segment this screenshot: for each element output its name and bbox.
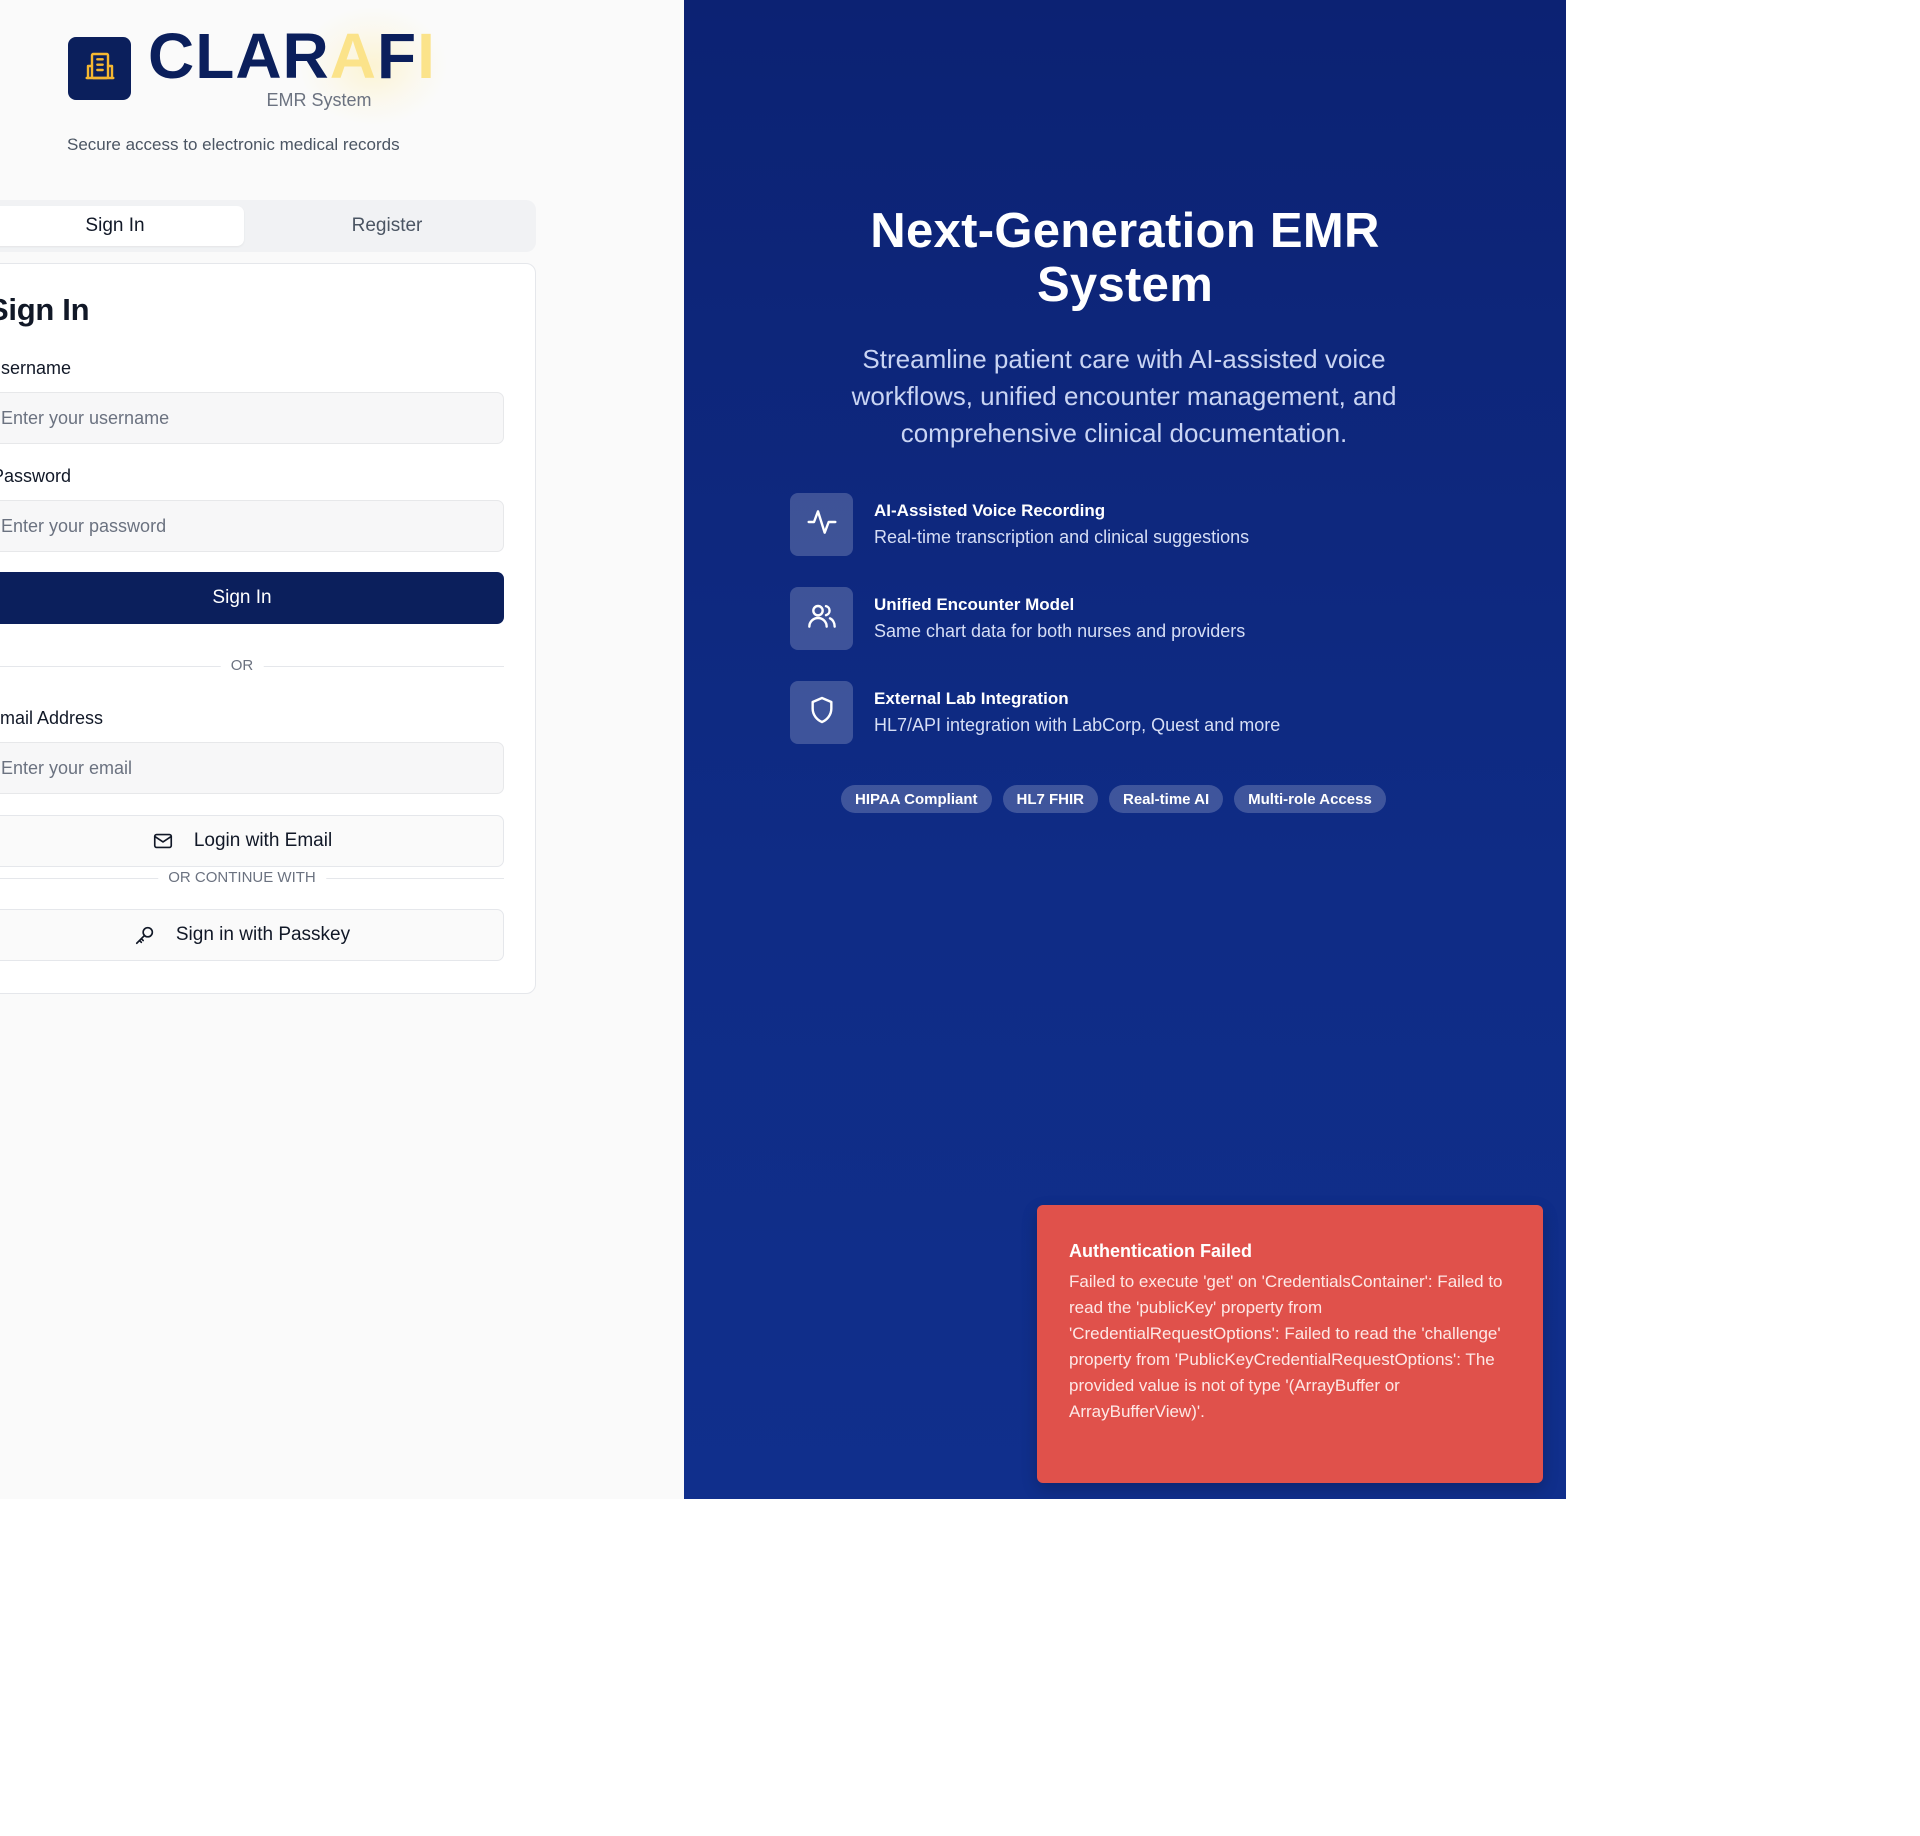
tagline: Secure access to electronic medical reco… <box>67 135 400 154</box>
login-panel: CLARAFI EMR System Secure access to elec… <box>0 0 684 1499</box>
feature-desc: HL7/API integration with LabCorp, Quest … <box>874 715 1281 735</box>
app-viewport: CLARAFI EMR System Secure access to elec… <box>0 0 1566 1499</box>
feature-item: AI-Assisted Voice Recording Real-time tr… <box>790 493 1249 556</box>
badge-realtime-ai: Real-time AI <box>1109 785 1224 813</box>
login-with-email-button[interactable]: Login with Email <box>0 815 504 867</box>
brand: CLARAFI EMR System <box>68 6 448 126</box>
shield-icon <box>806 694 838 731</box>
activity-icon <box>806 506 838 543</box>
feature-icon-tile <box>790 587 853 650</box>
username-label: Username <box>0 358 72 378</box>
feature-body: AI-Assisted Voice Recording Real-time tr… <box>874 499 1249 550</box>
mail-icon <box>152 830 174 852</box>
badge-hipaa: HIPAA Compliant <box>841 785 992 813</box>
card-title: Sign In <box>0 292 90 327</box>
brand-name-part2: A <box>329 20 377 92</box>
feature-item: Unified Encounter Model Same chart data … <box>790 587 1245 650</box>
passkey-button-label: Sign in with Passkey <box>175 924 351 945</box>
badge-multirole: Multi-role Access <box>1234 785 1386 813</box>
feature-desc: Same chart data for both nurses and prov… <box>874 621 1246 641</box>
users-icon <box>806 600 838 637</box>
feature-title: AI-Assisted Voice Recording <box>874 501 1106 520</box>
or-divider: OR <box>0 655 504 677</box>
hero-title-line2: System <box>1036 258 1214 312</box>
blank-margin-bottom <box>0 1499 1566 1836</box>
brand-text: CLARAFI EMR System <box>148 6 448 126</box>
login-with-email-label: Login with Email <box>193 830 333 851</box>
auth-tabs: Sign In Register <box>0 200 536 252</box>
username-input[interactable]: Enter your username <box>0 392 504 444</box>
hero-title-line1: Next-Generation EMR <box>870 204 1380 258</box>
feature-title: External Lab Integration <box>874 689 1069 708</box>
hero-subtitle: Streamline patient care with AI-assisted… <box>851 344 1397 448</box>
continue-divider: OR CONTINUE WITH <box>0 867 504 889</box>
toast-title: Authentication Failed <box>1069 1241 1253 1261</box>
email-label: Email Address <box>0 708 104 728</box>
feature-icon-tile <box>790 681 853 744</box>
feature-item: External Lab Integration HL7/API integra… <box>790 681 1280 744</box>
passkey-button[interactable]: Sign in with Passkey <box>0 909 504 961</box>
sign-in-button[interactable]: Sign In <box>0 572 504 624</box>
tab-sign-in[interactable]: Sign In <box>0 206 244 246</box>
tab-register[interactable]: Register <box>244 206 530 246</box>
brand-name-part1: CLAR <box>148 20 330 92</box>
feature-desc: Real-time transcription and clinical sug… <box>874 527 1250 547</box>
blank-margin-right <box>1566 0 1920 1836</box>
key-icon <box>134 924 156 946</box>
building-icon <box>84 50 116 87</box>
email-input[interactable]: Enter your email <box>0 742 504 794</box>
toast-message: Failed to execute 'get' on 'CredentialsC… <box>1069 1272 1503 1421</box>
brand-subtitle: EMR System <box>266 90 372 110</box>
feature-body: Unified Encounter Model Same chart data … <box>874 593 1245 644</box>
hero-title: Next-Generation EMR System <box>684 204 1566 312</box>
page: CLARAFI EMR System Secure access to elec… <box>0 0 1920 1836</box>
or-text: OR <box>220 655 264 677</box>
continue-text: OR CONTINUE WITH <box>158 867 326 889</box>
badge-hl7-fhir: HL7 FHIR <box>1002 785 1098 813</box>
password-label: Password <box>0 466 72 486</box>
feature-body: External Lab Integration HL7/API integra… <box>874 687 1280 738</box>
feature-icon-tile <box>790 493 853 556</box>
password-input[interactable]: Enter your password <box>0 500 504 552</box>
hero-panel: Next-Generation EMR System Streamline pa… <box>684 0 1566 1499</box>
error-toast[interactable]: Authentication Failed Failed to execute … <box>1037 1205 1543 1483</box>
brand-name: CLARAFI <box>148 24 436 88</box>
brand-logo <box>68 37 131 100</box>
brand-name-part3: F <box>376 20 418 92</box>
badge-row: HIPAA Compliant HL7 FHIR Real-time AI Mu… <box>841 785 1397 813</box>
brand-name-part4: I <box>417 20 436 92</box>
feature-title: Unified Encounter Model <box>874 595 1075 614</box>
